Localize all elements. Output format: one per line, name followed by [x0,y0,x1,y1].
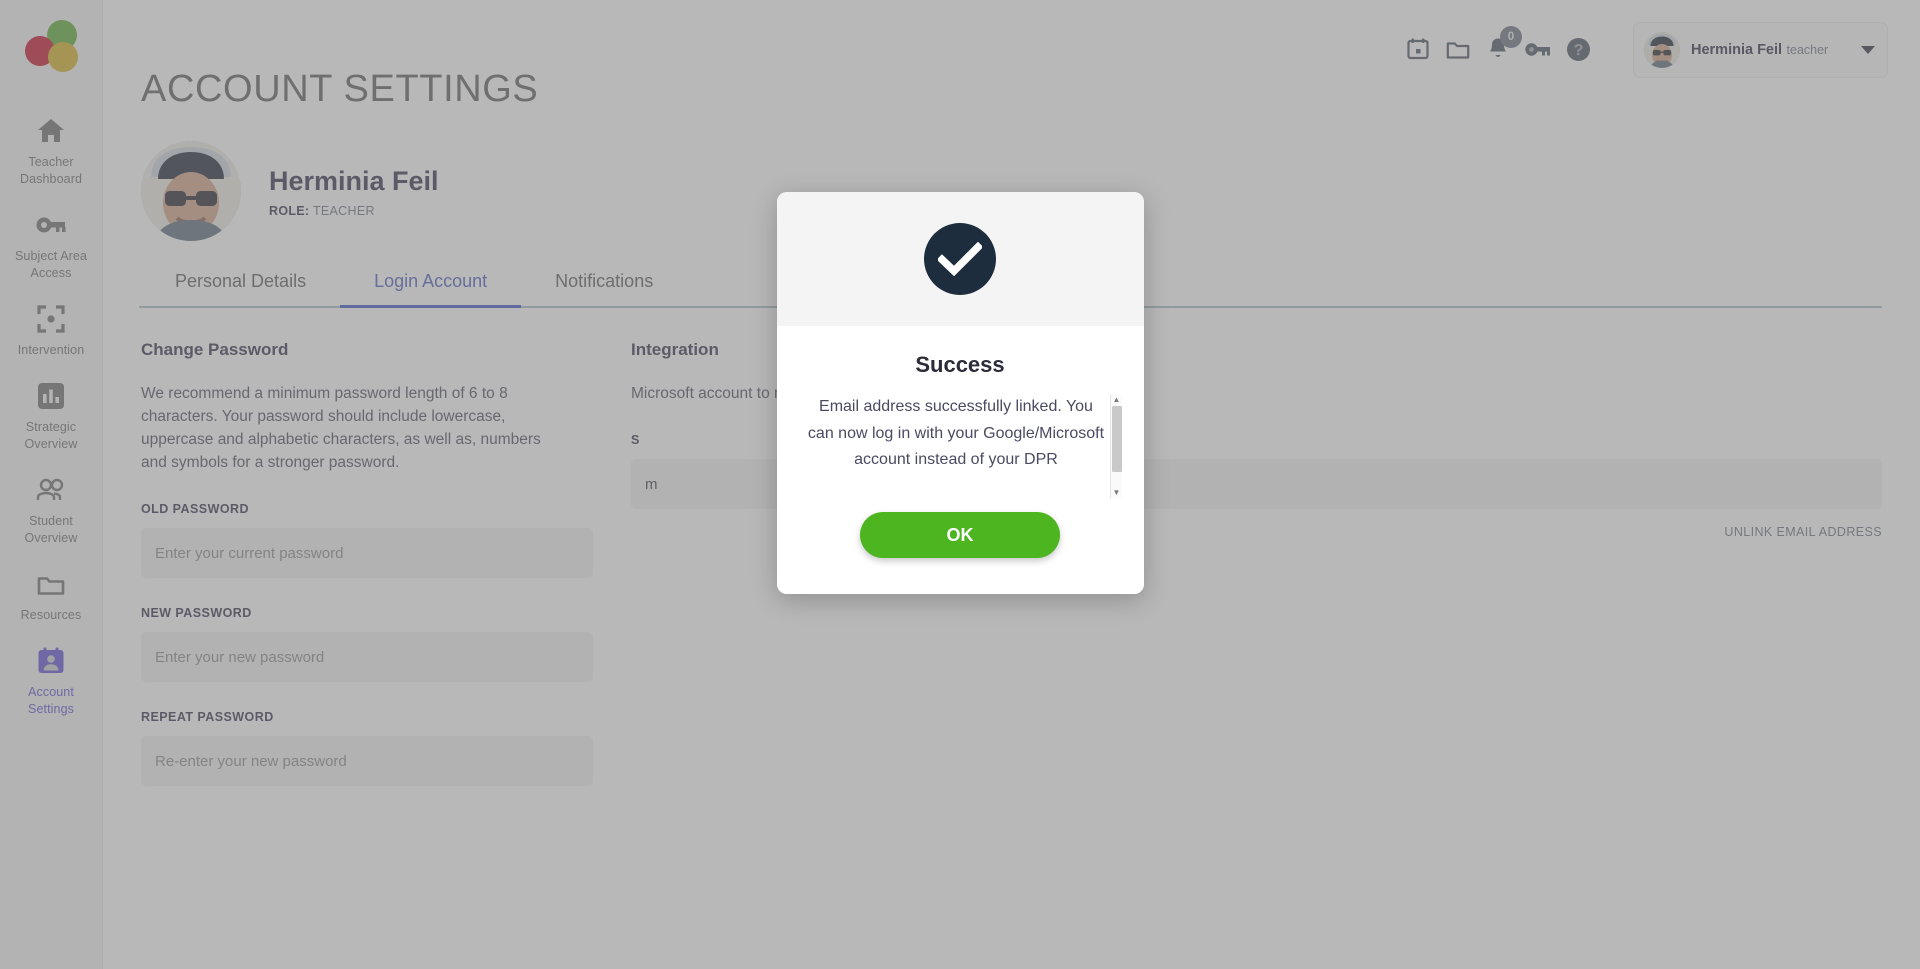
change-password-description: We recommend a minimum password length o… [141,385,541,471]
bar-chart-icon [36,381,66,411]
profile-avatar [141,141,241,241]
topbar-icon-group: 0 ? [1405,26,1591,62]
success-modal: Success Email address successfully linke… [776,192,1144,594]
users-icon [36,475,66,505]
target-icon [36,304,66,334]
tab-personal-details[interactable]: Personal Details [141,263,340,306]
old-password-input[interactable] [141,528,593,578]
repeat-password-field: REPEAT PASSWORD [141,710,593,786]
traffic-light-logo [19,14,83,80]
sidebar-item-resources[interactable]: Resources [0,559,103,636]
modal-title: Success [915,352,1005,377]
repeat-password-label: REPEAT PASSWORD [141,710,274,724]
sidebar-item-account-settings[interactable]: Account Settings [0,636,103,730]
bell-icon[interactable]: 0 [1485,26,1522,62]
scroll-down-arrow[interactable]: ▼ [1111,487,1122,498]
modal-footer: OK [776,498,1144,594]
chevron-down-icon[interactable] [1861,46,1875,54]
modal-text-scroll-area: Email address successfully linked. You c… [799,394,1122,498]
svg-text:?: ? [1573,42,1583,59]
profile-name: Herminia Feil [269,166,439,196]
new-password-field: NEW PASSWORD [141,606,593,682]
change-password-title: Change Password [141,340,289,359]
user-meta: Herminia Feil teacher [1691,41,1850,59]
user-name: Herminia Feil [1691,42,1783,58]
folder-icon [36,569,66,599]
profile-role-label: ROLE: [269,204,310,218]
app-root: Teacher Dashboard Subject Area Access In… [0,0,1920,969]
profile-role-value: TEACHER [312,204,375,218]
folder-icon[interactable] [1445,36,1471,62]
avatar [1644,32,1680,68]
scrollbar-thumb[interactable] [1111,406,1122,472]
home-icon [36,116,66,146]
help-icon[interactable]: ? [1565,36,1591,62]
user-profile-dropdown[interactable]: Herminia Feil teacher [1633,22,1888,78]
new-password-label: NEW PASSWORD [141,606,252,620]
sidebar-item-intervention[interactable]: Intervention [0,294,103,371]
notification-badge: 0 [1500,26,1522,48]
page-title: ACCOUNT SETTINGS [141,68,539,110]
new-password-input[interactable] [141,632,593,682]
sidebar-label: Subject Area Access [14,249,88,280]
ok-button[interactable]: OK [860,512,1060,558]
sidebar-item-strategic-overview[interactable]: Strategic Overview [0,371,103,465]
sidebar-item-teacher-dashboard[interactable]: Teacher Dashboard [0,106,103,200]
profile-role: ROLE: TEACHER [269,204,439,218]
profile-text: Herminia Feil ROLE: TEACHER [269,164,439,218]
sidebar-item-subject-area-access[interactable]: Subject Area Access [0,200,103,294]
tab-login-account[interactable]: Login Account [340,263,522,308]
sidebar-label: Intervention [17,343,85,357]
sidebar-label: Resources [20,608,82,622]
calendar-icon[interactable] [1405,36,1431,62]
check-circle-icon [924,223,996,295]
key-icon[interactable] [1525,36,1551,62]
modal-scrollbar[interactable]: ▲ ▼ [1109,394,1122,498]
id-card-icon [36,646,66,676]
sidebar-label: Account Settings [28,685,74,716]
modal-header [776,192,1144,326]
change-password-section: Change Password We recommend a minimum p… [141,340,593,786]
sidebar-item-student-overview[interactable]: Student Overview [0,465,103,559]
user-role: teacher [1786,43,1829,57]
tab-notifications[interactable]: Notifications [521,263,687,306]
sidebar-label: Strategic Overview [24,420,78,451]
repeat-password-input[interactable] [141,736,593,786]
modal-message: Email address successfully linked. You c… [807,398,1105,468]
old-password-label: OLD PASSWORD [141,502,249,516]
modal-body: Success Email address successfully linke… [776,326,1144,498]
key-icon [36,210,66,240]
old-password-field: OLD PASSWORD [141,502,593,578]
sidebar-label: Student Overview [24,514,78,545]
sidebar-label: Teacher Dashboard [19,155,83,186]
logo-dot-yellow [48,42,78,72]
sidebar: Teacher Dashboard Subject Area Access In… [0,0,103,969]
scroll-up-arrow[interactable]: ▲ [1111,394,1122,405]
